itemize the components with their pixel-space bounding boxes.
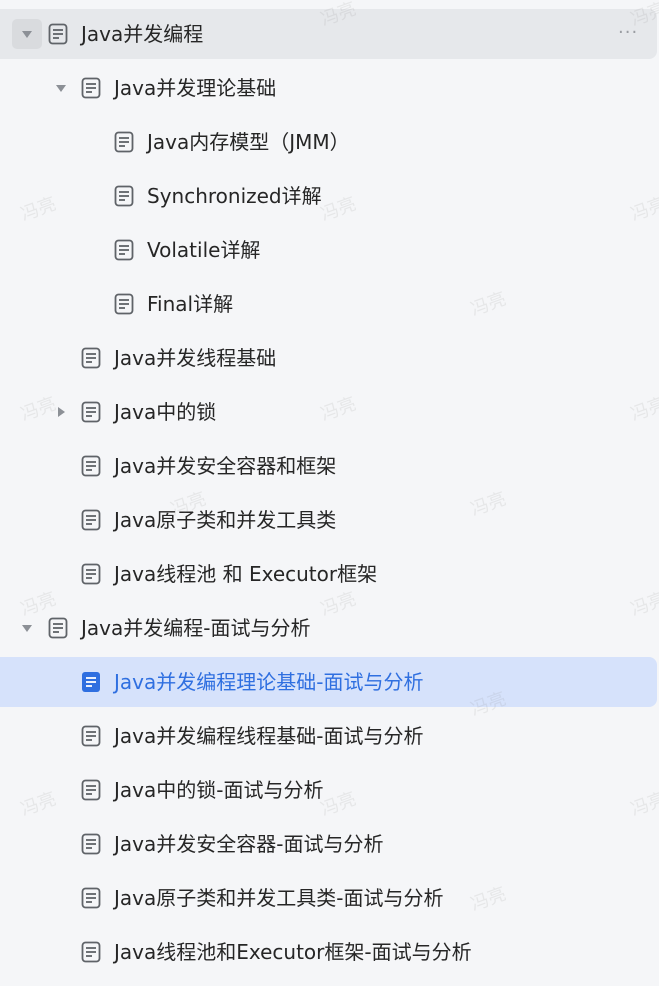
document-icon <box>81 671 101 693</box>
tree-item[interactable]: Volatile详解 <box>0 225 659 275</box>
document-icon <box>81 833 101 855</box>
tree-item[interactable]: Java并发编程 ··· <box>0 9 659 59</box>
document-icon <box>81 509 101 531</box>
tree-item[interactable]: Java线程池和Executor框架-面试与分析 <box>0 927 659 977</box>
more-options-icon[interactable]: ··· <box>618 23 638 43</box>
document-icon <box>48 617 68 639</box>
tree-item[interactable]: Final详解 <box>0 279 659 329</box>
tree-item[interactable]: Java内存模型（JMM） <box>0 117 659 167</box>
tree-item-label: Java并发编程线程基础-面试与分析 <box>114 724 424 748</box>
tree-item-label: Java线程池 和 Executor框架 <box>114 562 378 586</box>
tree-item[interactable]: Java线程池 和 Executor框架 <box>0 549 659 599</box>
tree-item-label: Java并发编程理论基础-面试与分析 <box>114 670 424 694</box>
tree-item-label: Java中的锁 <box>114 400 217 424</box>
tree-item-label: Volatile详解 <box>147 238 261 262</box>
document-icon <box>81 347 101 369</box>
document-icon <box>114 185 134 207</box>
tree-item[interactable]: Java并发编程线程基础-面试与分析 <box>0 711 659 761</box>
document-icon <box>81 563 101 585</box>
tree-item-label: Java中的锁-面试与分析 <box>114 778 324 802</box>
tree-item[interactable]: Java并发理论基础 <box>0 63 659 113</box>
document-tree: Java并发编程 ··· Java并发理论基础 Java内存模型（JMM） Synchr… <box>0 0 659 986</box>
tree-item-label: Synchronized详解 <box>147 184 322 208</box>
document-icon <box>114 131 134 153</box>
document-icon <box>114 239 134 261</box>
tree-item[interactable]: Java并发编程理论基础-面试与分析 <box>0 657 659 707</box>
tree-item[interactable]: Synchronized详解 <box>0 171 659 221</box>
tree-item[interactable]: Java并发线程基础 <box>0 333 659 383</box>
tree-item-label: Java并发安全容器和框架 <box>114 454 337 478</box>
caret-down-icon[interactable] <box>12 19 42 49</box>
tree-item-label: Java并发线程基础 <box>114 346 277 370</box>
tree-item-label: Java并发理论基础 <box>114 76 277 100</box>
tree-item[interactable]: Java并发安全容器和框架 <box>0 441 659 491</box>
tree-item[interactable]: Java中的锁-面试与分析 <box>0 765 659 815</box>
tree-item-label: Java并发安全容器-面试与分析 <box>114 832 384 856</box>
tree-item[interactable]: Java中的锁 <box>0 387 659 437</box>
tree-item[interactable]: Java并发安全容器-面试与分析 <box>0 819 659 869</box>
tree-item[interactable]: Java并发编程-面试与分析 <box>0 603 659 653</box>
tree-item-label: Java并发编程 <box>81 22 204 46</box>
caret-down-icon[interactable] <box>12 613 42 643</box>
tree-item-label: Java线程池和Executor框架-面试与分析 <box>114 940 472 964</box>
document-icon <box>81 401 101 423</box>
tree-item-label: Java原子类和并发工具类 <box>114 508 337 532</box>
document-icon <box>81 779 101 801</box>
document-icon <box>48 23 68 45</box>
caret-down-icon[interactable] <box>46 73 76 103</box>
tree-item-label: Java原子类和并发工具类-面试与分析 <box>114 886 444 910</box>
document-icon <box>81 455 101 477</box>
document-icon <box>81 887 101 909</box>
document-icon <box>81 941 101 963</box>
tree-item[interactable]: Java原子类和并发工具类 <box>0 495 659 545</box>
document-icon <box>81 77 101 99</box>
document-icon <box>81 725 101 747</box>
tree-item-label: Final详解 <box>147 292 234 316</box>
tree-item[interactable]: Java原子类和并发工具类-面试与分析 <box>0 873 659 923</box>
caret-right-icon[interactable] <box>46 397 76 427</box>
tree-item-label: Java内存模型（JMM） <box>147 130 350 154</box>
document-icon <box>114 293 134 315</box>
tree-item-label: Java并发编程-面试与分析 <box>81 616 311 640</box>
